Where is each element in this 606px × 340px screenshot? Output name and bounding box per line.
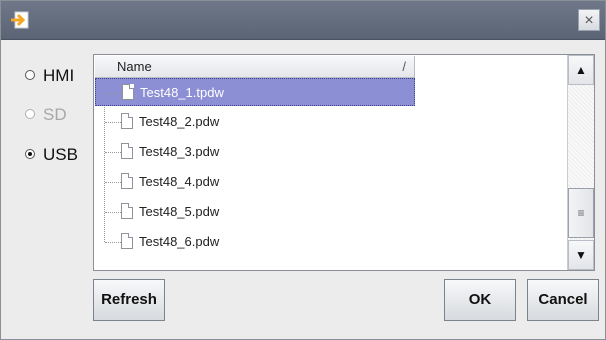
file-icon (121, 173, 133, 189)
file-name: Test48_2.pdw (139, 114, 220, 129)
sort-indicator-icon: / (402, 59, 406, 74)
file-list[interactable]: Name / Test48_1.tpdw Test48_2.pdw Test48… (93, 54, 595, 271)
file-row[interactable]: Test48_6.pdw (95, 228, 415, 256)
file-icon (122, 84, 134, 100)
storage-option-label: USB (43, 145, 78, 164)
tree-branch-line (105, 152, 121, 153)
close-button[interactable]: × (578, 9, 600, 31)
radio-circle-icon (25, 109, 35, 119)
file-name: Test48_6.pdw (139, 234, 220, 249)
storage-option-hmi[interactable]: HMI (25, 66, 74, 88)
file-row[interactable]: Test48_3.pdw (95, 138, 415, 166)
open-file-dialog: × HMI SD USB Name / Test48_1.tpdw Test48… (0, 0, 606, 340)
file-row[interactable]: Test48_2.pdw (95, 108, 415, 136)
title-bar: × (1, 1, 605, 40)
cancel-button[interactable]: Cancel (527, 279, 599, 321)
file-icon (121, 233, 133, 249)
tree-branch-line (105, 182, 121, 183)
scroll-thumb[interactable]: ≡ (568, 188, 594, 238)
tree-branch-line (105, 212, 121, 213)
vertical-scrollbar[interactable]: ▲ ≡ ▼ (567, 55, 594, 270)
scroll-up-button[interactable]: ▲ (568, 55, 594, 85)
refresh-button[interactable]: Refresh (93, 279, 165, 321)
file-row[interactable]: Test48_1.tpdw (95, 78, 415, 106)
file-name: Test48_5.pdw (139, 204, 220, 219)
radio-selected-icon (25, 149, 35, 159)
column-header-name[interactable]: Name / (95, 56, 415, 78)
tree-branch-line (106, 93, 122, 94)
file-icon (121, 203, 133, 219)
tree-branch-line (105, 122, 121, 123)
storage-option-sd: SD (25, 105, 67, 127)
file-name: Test48_1.tpdw (140, 85, 224, 100)
file-row[interactable]: Test48_4.pdw (95, 168, 415, 196)
tree-branch-line (105, 242, 121, 243)
file-icon (121, 113, 133, 129)
file-row[interactable]: Test48_5.pdw (95, 198, 415, 226)
file-icon (121, 143, 133, 159)
scroll-down-button[interactable]: ▼ (568, 240, 594, 270)
file-name: Test48_4.pdw (139, 174, 220, 189)
storage-option-label: SD (43, 105, 67, 124)
radio-circle-icon (25, 70, 35, 80)
file-name: Test48_3.pdw (139, 144, 220, 159)
storage-option-label: HMI (43, 66, 75, 85)
storage-option-usb[interactable]: USB (25, 145, 78, 167)
column-header-label: Name (117, 59, 152, 74)
import-arrow-icon (9, 9, 31, 31)
ok-button[interactable]: OK (444, 279, 516, 321)
